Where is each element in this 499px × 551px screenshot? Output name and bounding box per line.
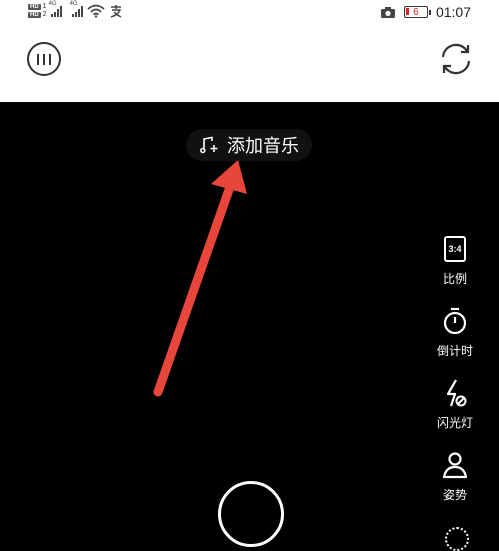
add-music-label: 添加音乐: [227, 136, 299, 156]
menu-icon: [37, 53, 39, 65]
timer-label: 倒计时: [436, 344, 473, 358]
sim2-number: 2: [42, 11, 47, 18]
signal-1-icon: 4G: [49, 1, 62, 17]
timer-button[interactable]: 倒计时: [437, 306, 473, 378]
menu-button[interactable]: [27, 42, 61, 76]
status-time: 01:07: [435, 4, 471, 20]
music-note-icon: [200, 136, 218, 154]
flip-camera-button[interactable]: [437, 40, 475, 78]
network-type-1: 4G: [48, 0, 57, 7]
signal-2-icon: 4G: [70, 1, 83, 17]
sim1-indicator: HD 1: [28, 3, 47, 10]
sim2-hd-badge: HD: [28, 11, 41, 18]
battery-level: 6: [413, 6, 419, 18]
pose-icon: [442, 452, 468, 479]
battery-icon: 6: [403, 6, 431, 18]
ratio-button[interactable]: 3:4 比例: [440, 234, 470, 306]
wifi-icon: [86, 4, 105, 18]
sim2-indicator: HD 2: [28, 11, 47, 18]
camera-preview: 添加音乐 3:4 比例 倒计时 闪光灯 姿势: [0, 102, 499, 551]
side-tools: 3:4 比例 倒计时 闪光灯 姿势: [427, 234, 483, 522]
status-left: HD 1 HD 2 4G 4G: [28, 1, 123, 18]
alipay-icon: [110, 4, 121, 18]
pose-label: 姿势: [442, 488, 467, 502]
ratio-label: 比例: [442, 272, 467, 286]
ratio-icon: 3:4: [444, 236, 466, 262]
sim-indicators: HD 1 HD 2: [28, 3, 47, 18]
pose-button[interactable]: 姿势: [440, 450, 470, 522]
flash-label: 闪光灯: [436, 416, 473, 430]
shutter-button[interactable]: [218, 481, 284, 547]
network-type-2: 4G: [69, 0, 78, 7]
timer-icon: [443, 307, 467, 335]
status-bar: HD 1 HD 2 4G 4G 6 01:07: [0, 0, 499, 28]
add-music-button[interactable]: 添加音乐: [186, 129, 312, 161]
flash-button[interactable]: 闪光灯: [437, 378, 473, 450]
status-right: 6 01:07: [380, 4, 471, 20]
top-bar: [0, 28, 499, 102]
sim1-number: 1: [42, 3, 47, 10]
beauty-icon[interactable]: [445, 527, 469, 551]
sim1-hd-badge: HD: [28, 3, 41, 10]
camera-icon: [380, 6, 395, 18]
flash-off-icon: [446, 379, 467, 407]
